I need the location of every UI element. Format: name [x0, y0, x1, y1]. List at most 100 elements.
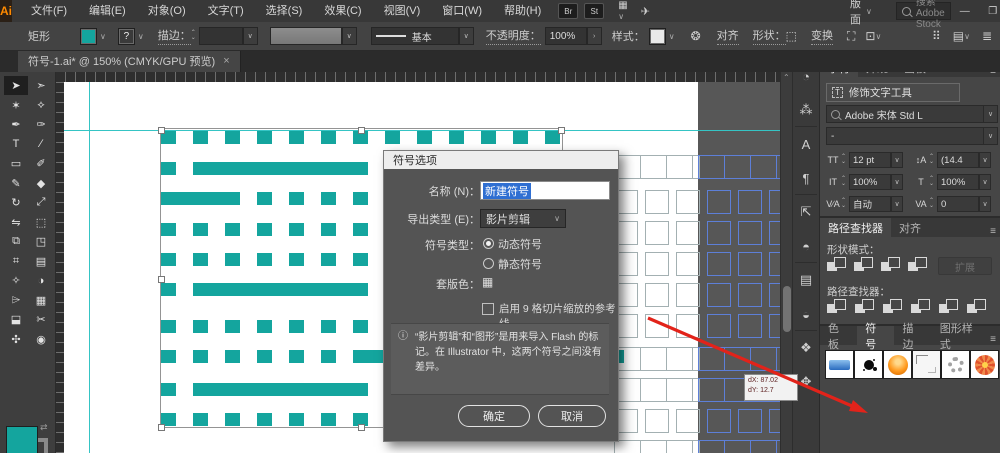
font-family-field[interactable]: Adobe 宋体 Std L [826, 105, 991, 123]
pattern-square[interactable] [321, 350, 336, 363]
grid-square[interactable] [707, 252, 731, 276]
pathfinder-icon-4[interactable] [939, 299, 959, 315]
pattern-square[interactable] [449, 131, 464, 144]
shape-mode-icon-1[interactable] [854, 257, 874, 273]
menu-item-6[interactable]: 视图(V) [373, 0, 432, 22]
grid-square[interactable] [645, 409, 669, 433]
horizontal-scale-field-value[interactable]: 100% [937, 174, 979, 190]
share-icon[interactable]: ✈ [641, 5, 650, 18]
grid-strip[interactable] [614, 440, 700, 453]
grid-strip[interactable] [614, 378, 700, 402]
align-link[interactable]: 对齐 [716, 27, 739, 45]
tracking-field-stepper[interactable]: ⌃ ⌄ [929, 198, 937, 209]
fill-chevron-icon[interactable]: ∨ [100, 32, 106, 41]
pattern-square[interactable] [161, 223, 176, 236]
opacity-chevron[interactable]: › [586, 27, 602, 45]
selection-handle[interactable] [158, 424, 165, 431]
font-size-field[interactable]: TT ⌃ ⌄ 12 pt ∨ [825, 152, 903, 168]
fill-color-swatch[interactable] [80, 27, 97, 45]
pattern-square[interactable] [289, 253, 304, 266]
artboard-tool[interactable]: ⬓ [4, 310, 28, 329]
grid-square[interactable] [738, 314, 762, 338]
grid-square[interactable] [707, 190, 731, 214]
pattern-square[interactable] [353, 223, 368, 236]
badge-br-icon[interactable]: Br [558, 3, 579, 19]
stroke-chevron-icon[interactable]: ∨ [138, 32, 144, 41]
leading-field-stepper[interactable]: ⌃ ⌄ [929, 154, 937, 165]
select-similar-chevron[interactable]: ∨ [875, 32, 881, 41]
selection-handle[interactable] [158, 276, 165, 283]
shape-mode-icon-3[interactable] [908, 257, 928, 273]
pattern-square[interactable] [289, 413, 304, 426]
grid-square[interactable] [676, 190, 700, 214]
font-family-chevron[interactable]: ∨ [983, 105, 998, 123]
selection-handle[interactable] [358, 127, 365, 134]
stroke-color-swatch[interactable]: ? [117, 27, 135, 45]
dialog-title-bar[interactable]: 符号选项 [384, 151, 618, 169]
pattern-square[interactable] [161, 350, 176, 363]
shape-mode-icon-0[interactable] [827, 257, 847, 273]
pattern-square[interactable] [193, 223, 208, 236]
panel-symbols-icon[interactable]: ✥ [796, 372, 816, 392]
pattern-square[interactable] [289, 350, 304, 363]
shape-mode-icon-2[interactable] [881, 257, 901, 273]
recolor-artwork-icon[interactable]: ❂ [691, 29, 701, 43]
shape-label[interactable]: 形状： [752, 27, 786, 45]
magic-wand-tool[interactable]: ✶ [4, 96, 28, 115]
grid-strip[interactable] [698, 440, 790, 453]
pattern-square[interactable] [257, 350, 272, 363]
menu-item-3[interactable]: 文字(T) [197, 0, 255, 22]
document-tab[interactable]: 符号-1.ai* @ 150% (CMYK/GPU 预览) × [18, 50, 241, 72]
minimize-button[interactable]: — [951, 0, 979, 22]
blend-tool[interactable]: ◑ [29, 271, 53, 290]
stroke-weight-label[interactable]: 描边： [157, 27, 191, 45]
grid-square[interactable] [645, 221, 669, 245]
horizontal-scale-field-stepper[interactable]: ⌃ ⌄ [929, 176, 937, 187]
pattern-bar[interactable] [193, 383, 368, 396]
symbol-name-input[interactable]: 新建符号 [480, 181, 610, 200]
symbol-sketch[interactable] [912, 350, 941, 379]
pattern-square[interactable] [161, 320, 176, 333]
pattern-bar[interactable] [161, 192, 240, 205]
menu-item-2[interactable]: 对象(O) [137, 0, 197, 22]
panel-links-icon[interactable]: ⁂ [796, 100, 816, 120]
cancel-button[interactable]: 取消 [538, 405, 606, 427]
arrange-docs-icon[interactable]: ⠿ [932, 29, 941, 43]
grid-square[interactable] [645, 314, 669, 338]
doc-layout-icon[interactable]: ▤ [953, 29, 964, 43]
font-style-chevron[interactable]: ∨ [983, 127, 998, 145]
grid-square[interactable] [707, 314, 731, 338]
grid-strip[interactable] [698, 155, 790, 179]
registration-point-icon[interactable]: ▦ [482, 276, 495, 289]
pathfinder-icon-0[interactable] [827, 299, 847, 315]
free-transform-tool[interactable]: ⬚ [29, 213, 53, 232]
vertical-scale-field-value[interactable]: 100% [849, 174, 891, 190]
paintbrush-tool[interactable]: ✐ [29, 154, 53, 173]
mesh-tool[interactable]: ⌗ [4, 252, 28, 271]
transform-link[interactable]: 变换 [810, 27, 833, 45]
grid-square[interactable] [645, 190, 669, 214]
grid-square[interactable] [676, 409, 700, 433]
pattern-square[interactable] [257, 131, 272, 144]
rectangle-tool[interactable]: ▭ [4, 154, 28, 173]
grid-strip[interactable] [698, 347, 790, 371]
kerning-field[interactable]: V∕A ⌃ ⌄ 自动 ∨ [825, 196, 903, 212]
pen-tool[interactable]: ✒ [4, 115, 28, 134]
symbol-flower[interactable] [970, 350, 999, 379]
pattern-square[interactable] [257, 320, 272, 333]
eraser-tool[interactable]: ◆ [29, 174, 53, 193]
grid-square[interactable] [676, 221, 700, 245]
scroll-up-icon[interactable]: ⌃ [783, 73, 790, 82]
panel-paragraph-styles-icon[interactable]: ¶ [796, 168, 816, 188]
symbol-orange-orb[interactable] [883, 350, 912, 379]
select-similar-icon[interactable]: ⊡ [865, 29, 875, 43]
menu-item-8[interactable]: 帮助(H) [493, 0, 552, 22]
fill-swatch-indicator[interactable] [6, 426, 38, 453]
isolate-icon[interactable]: ⛶ [847, 29, 855, 44]
stock-search-input[interactable]: 搜索 Adobe Stock [895, 0, 951, 30]
workspace-dropdown[interactable]: 版面 ∨ [850, 0, 872, 27]
tab-symbols-menu-icon[interactable]: ≡ [990, 334, 1000, 345]
kerning-field-chevron[interactable]: ∨ [891, 196, 903, 212]
horizontal-scale-field-chevron[interactable]: ∨ [979, 174, 991, 190]
pattern-square[interactable] [385, 131, 400, 144]
